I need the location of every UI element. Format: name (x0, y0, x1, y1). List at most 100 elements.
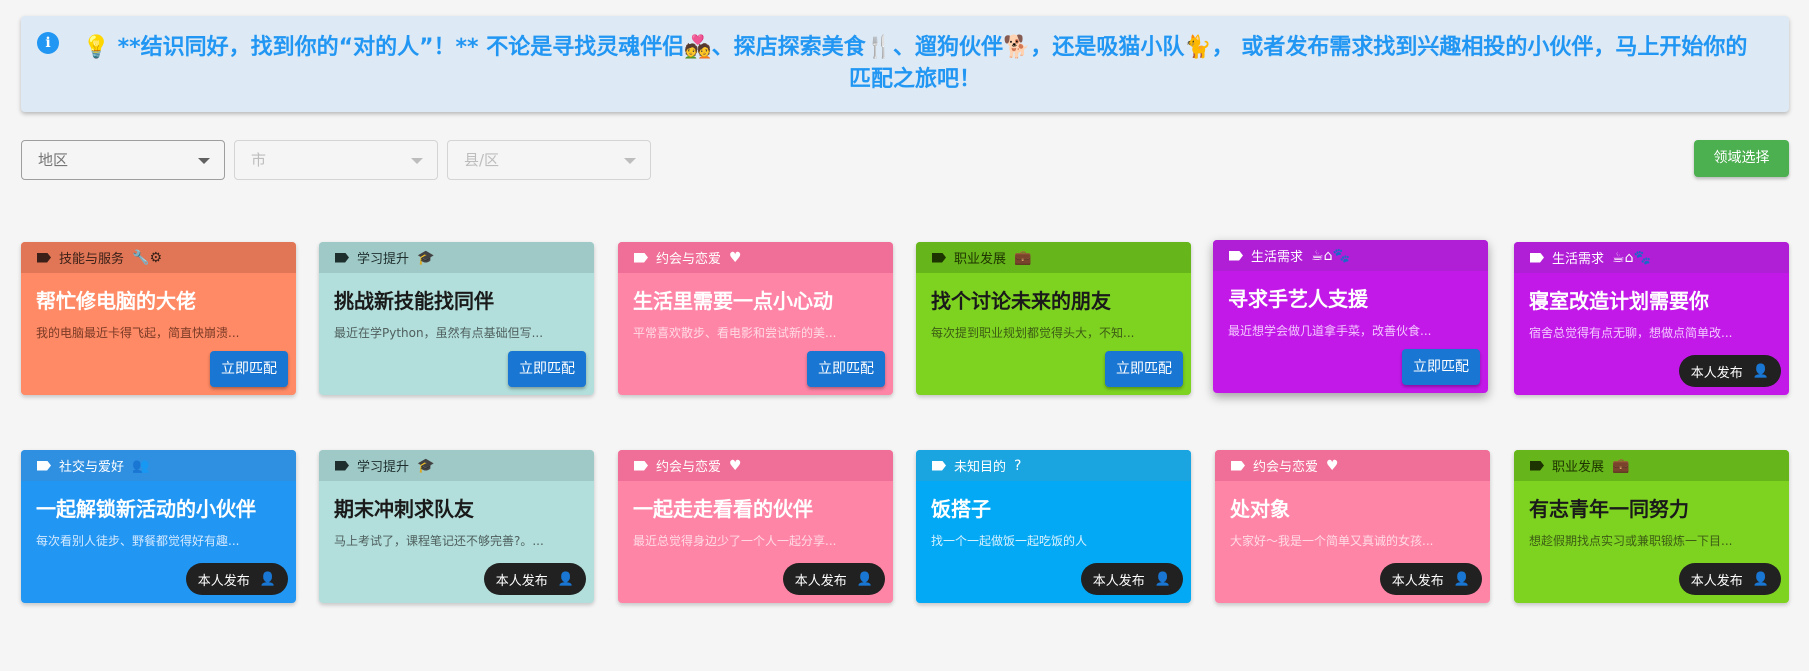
category-label: 职业发展 (1552, 460, 1605, 475)
county-select[interactable]: 县/区 (447, 140, 651, 180)
info-icon: i (37, 32, 59, 54)
card-description: 我的电脑最近卡得飞起，简直快崩溃... (36, 326, 240, 340)
person-icon: 👤 (259, 571, 276, 587)
match-card[interactable]: 职业发展 💼 有志青年一同努力 想趁假期找点实习或兼职锻炼一下目... 本人发布… (1514, 450, 1789, 603)
card-title: 有志青年一同努力 (1529, 497, 1689, 521)
match-now-button[interactable]: 立即匹配 (1402, 349, 1480, 385)
self-posted-button[interactable]: 本人发布 👤 (1678, 563, 1781, 595)
question-circle-icon: ? (1014, 457, 1022, 474)
card-description: 平常喜欢散步、看电影和尝试新的美... (633, 326, 837, 340)
self-posted-button[interactable]: 本人发布 👤 (1379, 563, 1482, 595)
person-icon: 👤 (557, 571, 574, 587)
card-category: 学习提升 🎓 (319, 450, 594, 481)
card-category: 技能与服务 🔧⚙ (21, 242, 296, 273)
person-icon: 👤 (1752, 571, 1769, 587)
self-posted-label: 本人发布 (1092, 573, 1145, 589)
match-card[interactable]: 技能与服务 🔧⚙ 帮忙修电脑的大佬 我的电脑最近卡得飞起，简直快崩溃... 立即… (21, 242, 296, 395)
card-category: 约会与恋爱 ♥ (1215, 450, 1490, 481)
match-card[interactable]: 学习提升 🎓 挑战新技能找同伴 最近在学Python，虽然有点基础但写... 立… (319, 242, 594, 395)
card-description: 最近总觉得身边少了一个人一起分享... (633, 534, 837, 548)
match-card[interactable]: 生活需求 ☕⌂🐾 寝室改造计划需要你 宿舍总觉得有点无聊，想做点简单改... 本… (1514, 242, 1789, 395)
tag-icon (932, 252, 946, 263)
tag-icon (1231, 460, 1245, 471)
life-needs-icon: ☕⌂🐾 (1311, 247, 1350, 264)
card-description: 宿舍总觉得有点无聊，想做点简单改... (1529, 326, 1733, 340)
card-title: 找个讨论未来的朋友 (931, 289, 1111, 313)
category-label: 学习提升 (357, 460, 410, 475)
self-posted-button[interactable]: 本人发布 👤 (1678, 355, 1781, 387)
card-title: 帮忙修电脑的大佬 (36, 289, 196, 313)
card-category: 生活需求 ☕⌂🐾 (1514, 242, 1789, 273)
card-title: 处对象 (1230, 497, 1290, 521)
domain-select-button[interactable]: 领域选择 (1694, 140, 1789, 177)
self-posted-label: 本人发布 (794, 573, 847, 589)
city-select[interactable]: 市 (234, 140, 438, 180)
briefcase-icon: 💼 (1612, 457, 1630, 474)
graduation-cap-icon: 🎓 (417, 249, 435, 266)
chevron-down-icon (411, 158, 423, 164)
card-category: 生活需求 ☕⌂🐾 (1213, 240, 1488, 271)
card-title: 一起走走看看的伙伴 (633, 497, 813, 521)
match-card[interactable]: 职业发展 💼 找个讨论未来的朋友 每次提到职业规划都觉得头大，不知... 立即匹… (916, 242, 1191, 395)
card-category: 未知目的 ? (916, 450, 1191, 481)
match-card[interactable]: 社交与爱好 👥 一起解锁新活动的小伙伴 每次看别人徒步、野餐都觉得好有趣... … (21, 450, 296, 603)
category-label: 未知目的 (954, 460, 1007, 475)
match-card[interactable]: 约会与恋爱 ♥ 生活里需要一点小心动 平常喜欢散步、看电影和尝试新的美... 立… (618, 242, 893, 395)
briefcase-icon: 💼 (1014, 249, 1032, 266)
card-title: 一起解锁新活动的小伙伴 (36, 497, 256, 521)
heart-icon: ♥ (729, 457, 742, 474)
match-card[interactable]: 未知目的 ? 饭搭子 找一个一起做饭一起吃饭的人 本人发布 👤 (916, 450, 1191, 603)
tag-icon (634, 252, 648, 263)
category-label: 技能与服务 (59, 252, 125, 267)
match-now-button[interactable]: 立即匹配 (508, 351, 586, 387)
region-select-label: 地区 (38, 151, 69, 169)
tag-icon (1530, 252, 1544, 263)
person-icon: 👤 (1453, 571, 1470, 587)
category-label: 约会与恋爱 (656, 460, 722, 475)
tag-icon (335, 460, 349, 471)
self-posted-label: 本人发布 (197, 573, 250, 589)
category-label: 社交与爱好 (59, 460, 125, 475)
self-posted-button[interactable]: 本人发布 👤 (1080, 563, 1183, 595)
group-icon: 👥 (132, 457, 150, 474)
tools-icon: 🔧⚙ (132, 249, 162, 266)
person-icon: 👤 (856, 571, 873, 587)
self-posted-button[interactable]: 本人发布 👤 (483, 563, 586, 595)
self-posted-label: 本人发布 (1690, 573, 1743, 589)
match-card[interactable]: 约会与恋爱 ♥ 一起走走看看的伙伴 最近总觉得身边少了一个人一起分享... 本人… (618, 450, 893, 603)
card-category: 职业发展 💼 (916, 242, 1191, 273)
self-posted-button[interactable]: 本人发布 👤 (782, 563, 885, 595)
match-card[interactable]: 约会与恋爱 ♥ 处对象 大家好～我是一个简单又真诚的女孩... 本人发布 👤 (1215, 450, 1490, 603)
match-now-button[interactable]: 立即匹配 (1105, 351, 1183, 387)
card-description: 马上考试了，课程笔记还不够完善?。... (334, 534, 544, 548)
chevron-down-icon (198, 158, 210, 164)
card-description: 大家好～我是一个简单又真诚的女孩... (1230, 534, 1434, 548)
self-posted-label: 本人发布 (1690, 365, 1743, 381)
card-title: 寝室改造计划需要你 (1529, 289, 1709, 313)
match-now-button[interactable]: 立即匹配 (210, 351, 288, 387)
self-posted-label: 本人发布 (1391, 573, 1444, 589)
info-banner: i 💡 **结识同好，找到你的“对的人”！** 不论是寻找灵魂伴侣💑、探店探索美… (21, 16, 1789, 112)
person-icon: 👤 (1154, 571, 1171, 587)
match-card[interactable]: 学习提升 🎓 期末冲刺求队友 马上考试了，课程笔记还不够完善?。... 本人发布… (319, 450, 594, 603)
card-description: 最近在学Python，虽然有点基础但写... (334, 326, 544, 340)
card-category: 职业发展 💼 (1514, 450, 1789, 481)
card-category: 约会与恋爱 ♥ (618, 450, 893, 481)
heart-icon: ♥ (1326, 457, 1339, 474)
region-select[interactable]: 地区 (21, 140, 225, 180)
heart-icon: ♥ (729, 249, 742, 266)
match-card[interactable]: 生活需求 ☕⌂🐾 寻求手艺人支援 最近想学会做几道拿手菜，改善伙食... 立即匹… (1213, 240, 1488, 393)
category-label: 生活需求 (1251, 250, 1304, 265)
category-label: 约会与恋爱 (656, 252, 722, 267)
banner-text: 💡 **结识同好，找到你的“对的人”！** 不论是寻找灵魂伴侣💑、探店探索美食🍴… (82, 35, 1748, 92)
category-label: 生活需求 (1552, 252, 1605, 267)
card-category: 约会与恋爱 ♥ (618, 242, 893, 273)
tag-icon (1530, 460, 1544, 471)
card-category: 社交与爱好 👥 (21, 450, 296, 481)
chevron-down-icon (624, 158, 636, 164)
self-posted-button[interactable]: 本人发布 👤 (185, 563, 288, 595)
category-label: 学习提升 (357, 252, 410, 267)
match-now-button[interactable]: 立即匹配 (807, 351, 885, 387)
self-posted-label: 本人发布 (495, 573, 548, 589)
card-description: 每次提到职业规划都觉得头大，不知... (931, 326, 1135, 340)
